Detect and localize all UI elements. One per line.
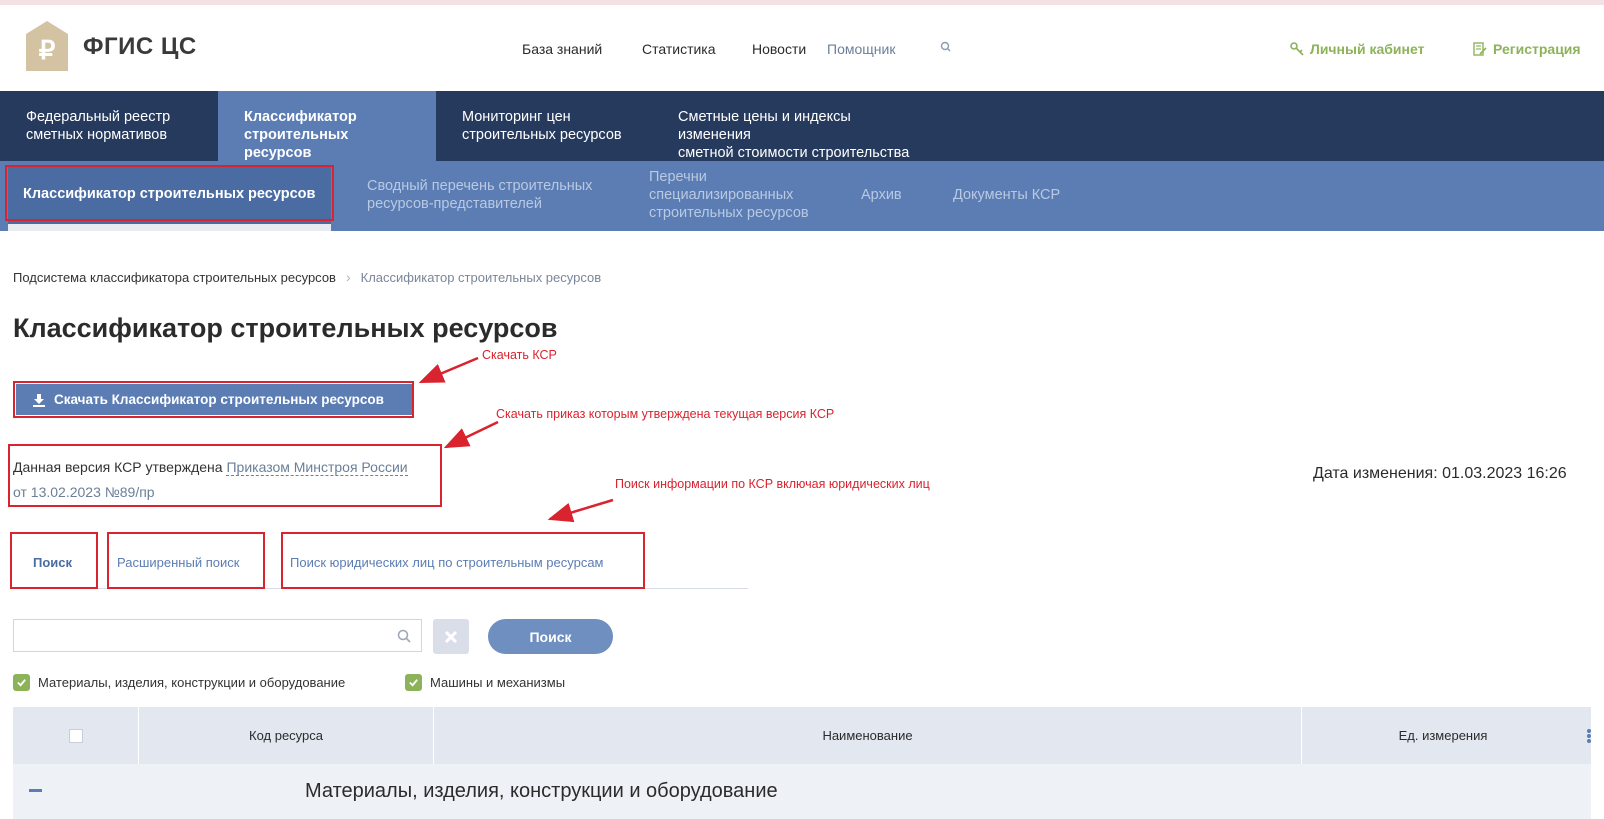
header-select-all bbox=[13, 707, 139, 764]
register-label: Регистрация bbox=[1493, 41, 1581, 57]
annotation-highlight-box bbox=[281, 532, 645, 589]
annotation-highlight-box bbox=[10, 532, 98, 589]
breadcrumb-current: Классификатор строительных ресурсов bbox=[360, 269, 602, 285]
breadcrumb: Подсистема классификатора строительных р… bbox=[13, 269, 601, 285]
main-nav: Федеральный реестр сметных нормативов Кл… bbox=[0, 91, 1604, 161]
main-nav-label: Мониторинг цен bbox=[462, 109, 571, 125]
ruble-logo-icon[interactable]: ₽ bbox=[26, 21, 68, 71]
annotation-highlight-box bbox=[5, 165, 334, 221]
key-icon bbox=[1290, 42, 1304, 56]
checkbox-checked-icon[interactable] bbox=[405, 674, 422, 691]
main-nav-price-monitoring[interactable]: Мониторинг цен строительных ресурсов bbox=[436, 91, 650, 161]
sub-nav-label: строительных ресурсов bbox=[649, 205, 809, 221]
column-header-name[interactable]: Наименование bbox=[434, 707, 1302, 764]
main-nav-label: сметных нормативов bbox=[26, 127, 168, 143]
chevron-right-icon: › bbox=[345, 269, 351, 285]
nav-knowledge-base[interactable]: База знаний bbox=[522, 41, 602, 57]
annotation-highlight-box bbox=[13, 381, 414, 418]
filter-machines-label: Машины и механизмы bbox=[430, 675, 566, 690]
annotation-arrow bbox=[443, 420, 499, 449]
annotation-order: Скачать приказ которым утверждена текуща… bbox=[496, 407, 835, 421]
select-all-checkbox[interactable] bbox=[68, 728, 83, 743]
sub-nav-label: ресурсов-представителей bbox=[367, 196, 542, 212]
sub-nav-label: специализированных bbox=[649, 187, 794, 203]
sub-nav-label: Сводный перечень строительных bbox=[367, 178, 593, 194]
main-nav-label: сметной стоимости строительства bbox=[678, 145, 910, 161]
annotation-highlight-box bbox=[107, 532, 265, 589]
close-icon bbox=[444, 630, 458, 643]
column-menu-icon[interactable] bbox=[1587, 729, 1591, 743]
sub-nav-documents[interactable]: Документы КСР bbox=[953, 186, 1060, 204]
nav-assistant[interactable]: Помощник bbox=[827, 41, 895, 57]
column-header-code[interactable]: Код ресурса bbox=[139, 707, 434, 764]
main-nav-label: Сметные цены и индексы изменения bbox=[678, 109, 851, 143]
checkbox-checked-icon[interactable] bbox=[13, 674, 30, 691]
site-title[interactable]: ФГИС ЦС bbox=[83, 33, 197, 61]
edit-icon bbox=[1473, 42, 1487, 56]
sub-nav-archive[interactable]: Архив bbox=[861, 186, 902, 204]
group-title: Материалы, изделия, конструкции и оборуд… bbox=[305, 780, 778, 802]
account-label: Личный кабинет bbox=[1310, 41, 1425, 57]
main-nav-label: строительных ресурсов bbox=[244, 127, 349, 161]
main-nav-label: строительных ресурсов bbox=[462, 127, 622, 143]
sub-nav-specialized-lists[interactable]: Перечни специализированных строительных … bbox=[649, 168, 809, 222]
main-nav-label: Федеральный реестр bbox=[26, 109, 171, 125]
nav-news[interactable]: Новости bbox=[752, 41, 806, 57]
annotation-arrow bbox=[418, 356, 479, 384]
search-input[interactable] bbox=[13, 619, 422, 652]
annotation-download: Скачать КСР bbox=[482, 348, 557, 362]
resources-table: Код ресурса Наименование Ед. измерения М… bbox=[13, 707, 1591, 819]
table-group-row: Материалы, изделия, конструкции и оборуд… bbox=[13, 764, 1591, 819]
page-title: Классификатор строительных ресурсов bbox=[13, 313, 558, 343]
register-link[interactable]: Регистрация bbox=[1473, 41, 1581, 57]
collapse-icon[interactable] bbox=[29, 789, 42, 792]
main-nav-registry[interactable]: Федеральный реестр сметных нормативов bbox=[0, 91, 218, 161]
nav-statistics[interactable]: Статистика bbox=[642, 41, 716, 57]
main-nav-label: Классификатор bbox=[244, 109, 357, 125]
search-icon[interactable] bbox=[397, 629, 411, 643]
sub-nav-label: Перечни bbox=[649, 169, 707, 185]
search-icon[interactable] bbox=[938, 39, 954, 55]
filter-materials[interactable]: Материалы, изделия, конструкции и оборуд… bbox=[13, 674, 345, 691]
filter-materials-label: Материалы, изделия, конструкции и оборуд… bbox=[38, 675, 346, 690]
svg-text:₽: ₽ bbox=[39, 35, 56, 65]
change-date: Дата изменения: 01.03.2023 16:26 bbox=[1313, 465, 1567, 482]
annotation-highlight-box bbox=[8, 444, 442, 507]
main-nav-estimate-prices[interactable]: Сметные цены и индексы изменения сметной… bbox=[652, 91, 952, 161]
annotation-search: Поиск информации по КСР включая юридичес… bbox=[615, 477, 930, 491]
breadcrumb-root[interactable]: Подсистема классификатора строительных р… bbox=[13, 270, 336, 285]
search-button[interactable]: Поиск bbox=[488, 619, 613, 654]
table-header: Код ресурса Наименование Ед. измерения bbox=[13, 707, 1591, 764]
sub-nav-active-underline bbox=[8, 224, 331, 231]
account-link[interactable]: Личный кабинет bbox=[1290, 41, 1424, 57]
clear-button[interactable] bbox=[433, 619, 469, 654]
sub-nav-summary-list[interactable]: Сводный перечень строительных ресурсов-п… bbox=[367, 177, 592, 213]
filter-machines[interactable]: Машины и механизмы bbox=[405, 674, 565, 691]
main-nav-classifier[interactable]: Классификатор строительных ресурсов bbox=[218, 91, 436, 161]
annotation-arrow bbox=[547, 498, 614, 523]
column-header-unit[interactable]: Ед. измерения bbox=[1302, 707, 1584, 764]
site-header: ₽ ФГИС ЦС База знаний Статистика Новости… bbox=[0, 5, 1604, 91]
